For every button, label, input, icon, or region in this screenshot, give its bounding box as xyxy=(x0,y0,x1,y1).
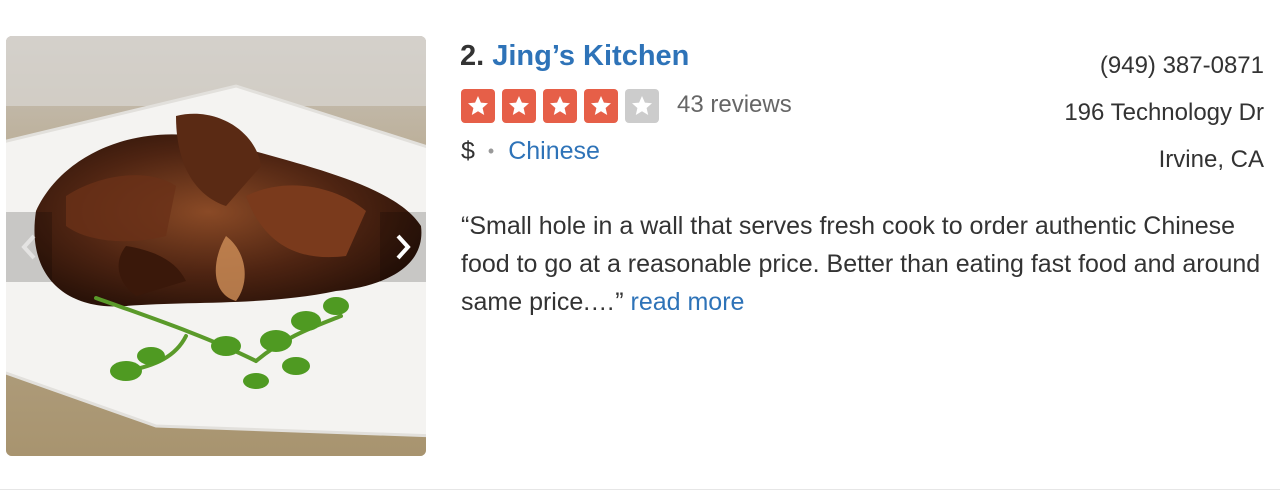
food-image xyxy=(6,36,426,456)
business-photo[interactable] xyxy=(6,36,426,456)
review-count-link[interactable]: 43 reviews xyxy=(677,91,792,119)
divider xyxy=(0,489,1280,490)
star-rating xyxy=(461,89,666,123)
price-category-row: $ • Chinese xyxy=(461,137,600,166)
business-name-link[interactable]: Jing’s Kitchen xyxy=(492,40,689,72)
business-title: 2. Jing’s Kitchen xyxy=(460,40,689,73)
price-range: $ xyxy=(461,137,475,165)
category-link[interactable]: Chinese xyxy=(508,137,600,166)
photo-prev-button[interactable] xyxy=(6,212,52,282)
read-more-link[interactable]: read more xyxy=(631,288,745,316)
star-filled-icon xyxy=(502,89,536,123)
phone-number: (949) 387-0871 xyxy=(1099,52,1264,79)
star-filled-icon xyxy=(584,89,618,123)
separator-dot: • xyxy=(487,141,495,161)
review-snippet: “Small hole in a wall that serves fresh … xyxy=(461,207,1266,321)
chevron-left-icon xyxy=(21,234,36,260)
star-filled-icon xyxy=(461,89,495,123)
chevron-right-icon xyxy=(396,234,411,260)
star-filled-icon xyxy=(543,89,577,123)
snippet-text: “Small hole in a wall that serves fresh … xyxy=(461,212,1261,316)
photo-next-button[interactable] xyxy=(380,212,426,282)
contact-info: (949) 387-0871 196 Technology Dr Irvine,… xyxy=(1064,42,1264,183)
city-state: Irvine, CA xyxy=(1158,146,1264,173)
result-number: 2. xyxy=(460,40,485,72)
street-address: 196 Technology Dr xyxy=(1064,99,1264,126)
star-empty-icon xyxy=(625,89,659,123)
